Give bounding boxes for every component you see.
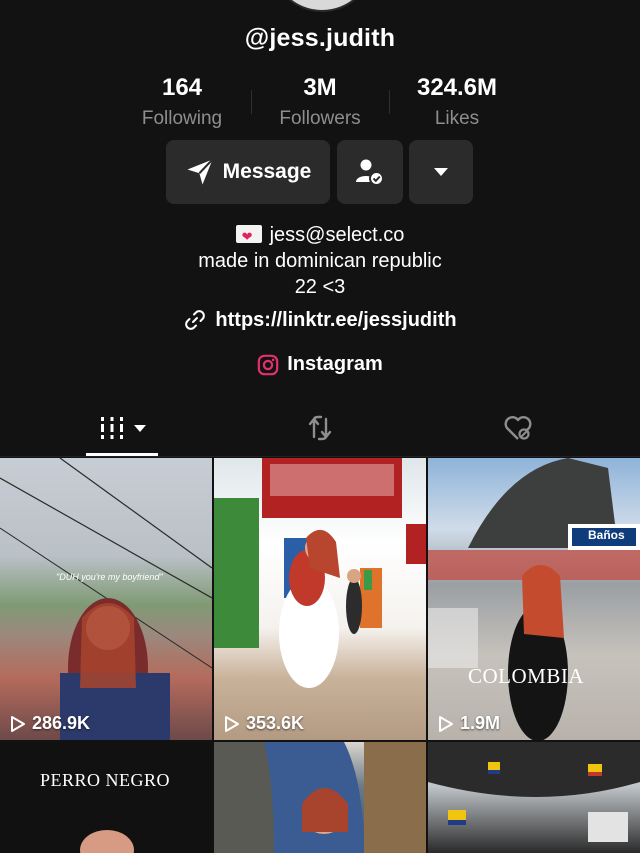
tab-reposts[interactable] <box>213 400 426 456</box>
bio-line: 22 <3 <box>294 276 346 298</box>
tab-liked[interactable] <box>411 400 624 456</box>
profile-link-text: https://linktr.ee/jessjudith <box>215 308 457 331</box>
profile-actions: Message <box>0 140 640 206</box>
followers-label: Followers <box>279 108 361 129</box>
power-lines <box>0 458 212 740</box>
user-check-icon <box>356 159 384 186</box>
message-button[interactable]: Message <box>166 140 330 204</box>
likes-label: Likes <box>434 108 480 129</box>
location-sign-text: Baños <box>588 528 625 542</box>
link-icon <box>185 310 206 330</box>
instagram-label: Instagram <box>287 353 383 375</box>
view-count-text: 1.9M <box>460 713 501 733</box>
caret-down-icon <box>434 168 448 176</box>
view-count: 1.9M <box>438 713 500 734</box>
play-icon <box>225 715 239 732</box>
liked-hidden-icon <box>504 416 531 440</box>
view-count: 286.9K <box>10 713 90 734</box>
video-grid: "DUH you're my boyfriend" 286.9K 353.6K <box>0 458 640 853</box>
street-scene <box>214 742 426 853</box>
send-icon <box>187 158 213 185</box>
video-thumbnail[interactable]: "DUH you're my boyfriend" 286.9K <box>0 458 212 740</box>
username: @jess.judith <box>244 24 396 52</box>
profile-stats: 164 Following 3M Followers 324.6M Likes <box>0 74 640 134</box>
following-label: Following <box>141 108 223 129</box>
message-label: Message <box>222 160 312 183</box>
video-overlay-text: COLOMBIA <box>468 664 585 688</box>
bio: jess@select.co made in dominican republi… <box>0 222 640 300</box>
stat-followers[interactable]: 3M Followers <box>240 74 400 130</box>
location-sign: Baños <box>588 528 625 542</box>
view-count-text: 286.9K <box>32 713 91 733</box>
view-count-text: 353.6K <box>246 713 305 733</box>
bio-email-line: jess@select.co <box>0 222 640 250</box>
followers-count: 3M <box>303 74 337 101</box>
profile-link[interactable]: https://linktr.ee/jessjudith <box>0 308 640 332</box>
more-options-button[interactable] <box>409 140 473 204</box>
bio-email: jess@select.co <box>269 224 405 246</box>
video-thumbnail[interactable]: 353.6K <box>214 458 426 740</box>
tab-videos[interactable] <box>16 400 229 456</box>
car-interior-scene <box>428 742 640 842</box>
view-count: 353.6K <box>224 713 304 734</box>
grid-icon <box>100 417 123 439</box>
following-status-button[interactable] <box>337 140 403 204</box>
instagram-link[interactable]: Instagram <box>0 353 640 376</box>
instagram-icon <box>257 354 279 375</box>
likes-count: 324.6M <box>416 74 498 101</box>
street-scene <box>214 458 426 688</box>
video-thumbnail[interactable]: Baños COLOMBIA 1.9M <box>428 458 640 740</box>
active-tab-indicator <box>86 453 158 456</box>
bio-line: made in dominican republic <box>198 250 442 272</box>
face-partial <box>80 830 134 853</box>
stat-following[interactable]: 164 Following <box>102 74 262 130</box>
rock-scene <box>428 458 640 740</box>
video-caption: "DUH you're my boyfriend" <box>56 572 163 582</box>
caret-down-icon <box>133 425 146 432</box>
video-overlay-text: PERRO NEGRO <box>40 770 171 790</box>
following-count: 164 <box>161 74 203 101</box>
video-thumbnail[interactable] <box>428 742 640 853</box>
play-icon <box>439 715 453 732</box>
love-letter-icon <box>235 224 262 250</box>
profile-tabs <box>0 400 640 457</box>
repost-icon <box>308 415 331 441</box>
video-thumbnail[interactable] <box>214 742 426 853</box>
play-icon <box>11 715 25 732</box>
stat-likes[interactable]: 324.6M Likes <box>377 74 537 130</box>
avatar[interactable] <box>270 0 374 12</box>
video-thumbnail[interactable]: PERRO NEGRO <box>0 742 212 853</box>
